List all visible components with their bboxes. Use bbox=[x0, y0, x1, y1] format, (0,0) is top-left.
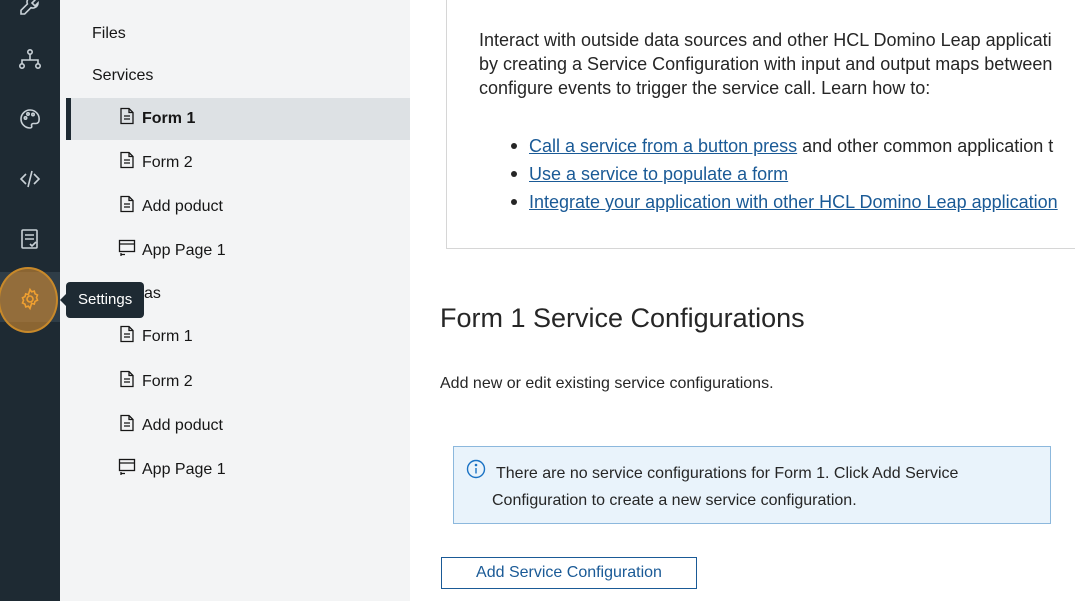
form-icon bbox=[118, 414, 136, 432]
tree-heading-partial[interactable]: as bbox=[144, 285, 161, 303]
list-item: Call a service from a button press and o… bbox=[511, 132, 1058, 160]
rail-item-build[interactable] bbox=[0, 0, 60, 32]
section-description: Add new or edit existing service configu… bbox=[440, 375, 774, 392]
rail-item-settings-icon[interactable] bbox=[0, 276, 60, 326]
rail-item-style[interactable] bbox=[0, 96, 60, 146]
checklist-icon bbox=[18, 227, 42, 256]
tree-item-add-poduct[interactable]: Add poduct bbox=[66, 186, 410, 228]
tree-item-label: App Page 1 bbox=[142, 461, 226, 478]
rail-item-structure[interactable] bbox=[0, 36, 60, 86]
tree-item-label: Form 1 bbox=[142, 110, 196, 127]
tree-item-label: App Page 1 bbox=[142, 242, 226, 259]
gear-icon bbox=[18, 287, 42, 316]
tree-item-form-1[interactable]: Form 1 bbox=[66, 316, 410, 358]
intro-line: configure events to trigger the service … bbox=[479, 78, 931, 98]
tree-item-app-page-1[interactable]: App Page 1 bbox=[66, 449, 410, 491]
info-notice: There are no service configurations for … bbox=[453, 446, 1051, 524]
app-page-icon bbox=[118, 458, 136, 476]
tree-item-label: Form 2 bbox=[142, 373, 193, 390]
wrench-icon bbox=[18, 0, 42, 22]
rail-item-data[interactable] bbox=[0, 216, 60, 266]
tree-item-label: Form 2 bbox=[142, 154, 193, 171]
tree-item-app-page-1[interactable]: App Page 1 bbox=[66, 230, 410, 272]
add-service-configuration-button[interactable]: Add Service Configuration bbox=[441, 557, 697, 589]
intro-text: Interact with outside data sources and o… bbox=[479, 28, 1075, 100]
tree-heading-services[interactable]: Services bbox=[92, 67, 153, 85]
main-content: Interact with outside data sources and o… bbox=[410, 0, 1075, 601]
sitemap-icon bbox=[18, 47, 42, 76]
info-icon bbox=[466, 459, 486, 479]
notice-line: Configuration to create a new service co… bbox=[492, 492, 857, 509]
rail-item-code[interactable] bbox=[0, 156, 60, 206]
tree-heading-files[interactable]: Files bbox=[92, 25, 126, 43]
tree-item-label: Add poduct bbox=[142, 417, 223, 434]
link-populate-form[interactable]: Use a service to populate a form bbox=[529, 164, 788, 184]
tree-item-label: Add poduct bbox=[142, 198, 223, 215]
link-suffix: and other common application t bbox=[797, 136, 1054, 156]
link-call-service[interactable]: Call a service from a button press bbox=[529, 136, 797, 156]
page-title: Form 1 Service Configurations bbox=[440, 303, 805, 333]
notice-text: There are no service configurations for … bbox=[490, 460, 1020, 514]
form-icon bbox=[118, 325, 136, 343]
tree-item-form-2[interactable]: Form 2 bbox=[66, 142, 410, 184]
intro-line: Interact with outside data sources and o… bbox=[479, 30, 1052, 50]
list-item: Integrate your application with other HC… bbox=[511, 188, 1058, 216]
form-icon bbox=[118, 195, 136, 213]
list-item: Use a service to populate a form bbox=[511, 160, 1058, 188]
intro-line: by creating a Service Configuration with… bbox=[479, 54, 1053, 74]
tree-item-form-2[interactable]: Form 2 bbox=[66, 361, 410, 403]
intro-card: Interact with outside data sources and o… bbox=[446, 0, 1075, 249]
form-icon bbox=[118, 107, 136, 125]
notice-line: There are no service configurations for … bbox=[496, 465, 959, 482]
tree-item-add-poduct[interactable]: Add poduct bbox=[66, 405, 410, 447]
palette-icon bbox=[18, 107, 42, 136]
app-page-icon bbox=[118, 239, 136, 257]
tree-item-label: Form 1 bbox=[142, 328, 193, 345]
settings-tooltip: Settings bbox=[59, 282, 145, 318]
tree-item-form-1[interactable]: Form 1 bbox=[66, 98, 410, 140]
link-integrate-application[interactable]: Integrate your application with other HC… bbox=[529, 192, 1058, 212]
learn-links-list: Call a service from a button press and o… bbox=[511, 132, 1058, 216]
form-icon bbox=[118, 151, 136, 169]
code-icon bbox=[18, 167, 42, 196]
form-icon bbox=[118, 370, 136, 388]
